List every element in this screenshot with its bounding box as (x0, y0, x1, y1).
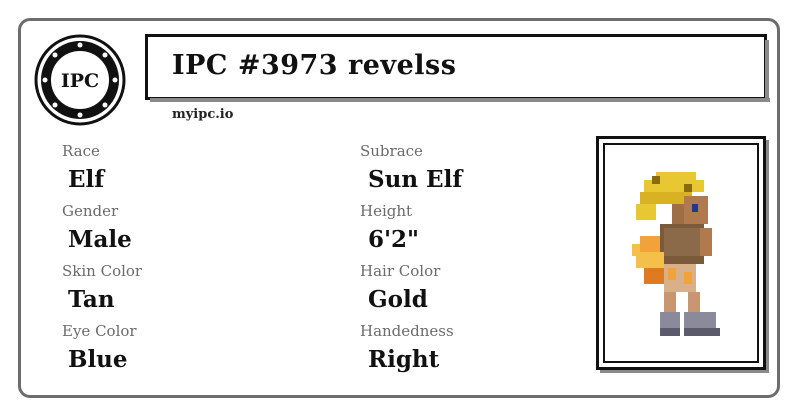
site-link[interactable]: myipc.io (172, 107, 233, 122)
gender-label: Gender (62, 202, 119, 220)
hair-color-label: Hair Color (360, 262, 441, 280)
race-value: Elf (68, 166, 105, 193)
height-label: Height (360, 202, 413, 220)
handedness-value: Right (368, 346, 440, 373)
eye-color-label: Eye Color (62, 322, 137, 340)
height-value: 6'2" (368, 226, 420, 253)
gender-value: Male (68, 226, 132, 253)
character-sprite-icon (632, 172, 720, 336)
eye-color-value: Blue (68, 346, 128, 373)
race-label: Race (62, 142, 100, 160)
hair-color-value: Gold (368, 286, 428, 313)
skin-color-value: Tan (68, 286, 115, 313)
title-shadow-right (765, 40, 769, 102)
ipc-seal-icon: IPC (34, 34, 126, 126)
page-title: IPC #3973 revelss (172, 50, 457, 81)
title-shadow (150, 98, 770, 102)
subrace-value: Sun Elf (368, 166, 463, 193)
handedness-label: Handedness (360, 322, 454, 340)
skin-color-label: Skin Color (62, 262, 143, 280)
subrace-label: Subrace (360, 142, 423, 160)
logo-text: IPC (61, 70, 99, 92)
